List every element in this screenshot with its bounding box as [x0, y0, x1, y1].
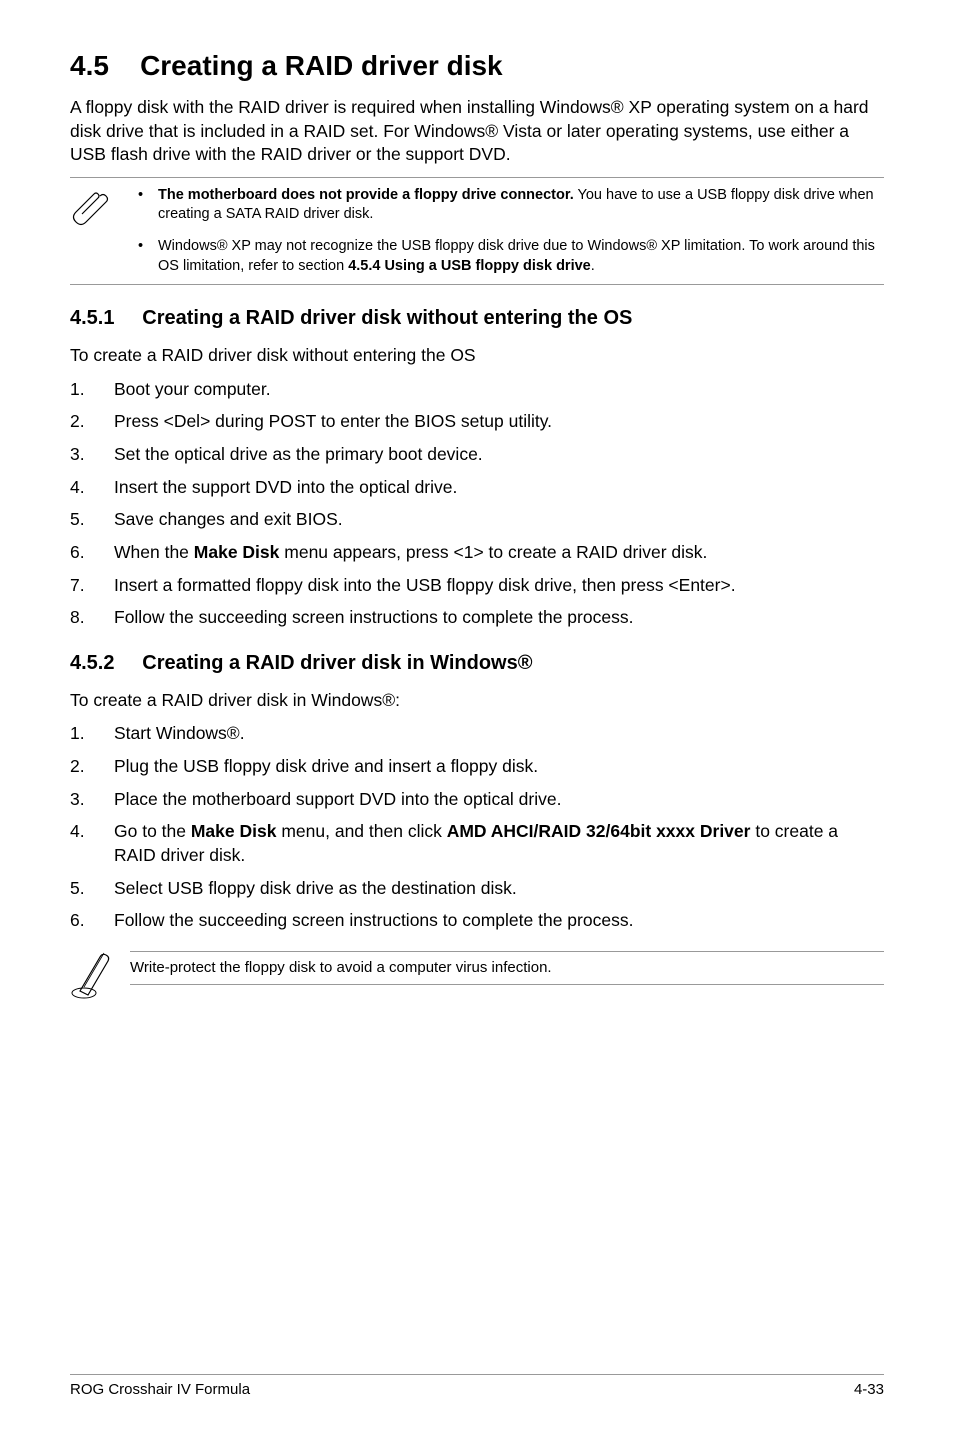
note-text: .	[591, 258, 595, 274]
list-item: Follow the succeeding screen instruction…	[70, 606, 884, 630]
list-item: Set the optical drive as the primary boo…	[70, 443, 884, 467]
note-block-bottom: Write-protect the floppy disk to avoid a…	[70, 951, 884, 1006]
note-bullet: Windows® XP may not recognize the USB fl…	[130, 237, 884, 276]
step-text: Go to the	[114, 821, 191, 841]
note-body: The motherboard does not provide a flopp…	[130, 186, 884, 276]
lead-text: To create a RAID driver disk without ent…	[70, 344, 884, 368]
paperclip-icon	[70, 186, 130, 230]
list-item: Press <Del> during POST to enter the BIO…	[70, 410, 884, 434]
list-item: Save changes and exit BIOS.	[70, 508, 884, 532]
page-footer: ROG Crosshair IV Formula 4-33	[70, 1374, 884, 1398]
note-text: Write-protect the floppy disk to avoid a…	[130, 951, 884, 985]
footer-right: 4-33	[854, 1381, 884, 1398]
list-item: Follow the succeeding screen instruction…	[70, 909, 884, 933]
list-item: Place the motherboard support DVD into t…	[70, 788, 884, 812]
subsection-title: Creating a RAID driver disk in Windows®	[142, 652, 532, 674]
lead-text: To create a RAID driver disk in Windows®…	[70, 689, 884, 713]
subsection-number: 4.5.1	[70, 307, 114, 329]
section-heading: 4.5 Creating a RAID driver disk	[70, 50, 884, 82]
intro-paragraph: A floppy disk with the RAID driver is re…	[70, 96, 884, 167]
note-bold-text: 4.5.4 Using a USB floppy disk drive	[348, 258, 591, 274]
note-block-top: The motherboard does not provide a flopp…	[70, 177, 884, 285]
list-item: When the Make Disk menu appears, press <…	[70, 541, 884, 565]
subsection-heading: 4.5.2 Creating a RAID driver disk in Win…	[70, 652, 884, 675]
list-item: Boot your computer.	[70, 378, 884, 402]
bold-label: Make Disk	[191, 821, 277, 841]
subsection-number: 4.5.2	[70, 652, 114, 674]
list-item: Start Windows®.	[70, 722, 884, 746]
step-text: When the	[114, 542, 194, 562]
numbered-list: Boot your computer. Press <Del> during P…	[70, 378, 884, 630]
list-item: Insert a formatted floppy disk into the …	[70, 574, 884, 598]
list-item: Insert the support DVD into the optical …	[70, 476, 884, 500]
note-bullet: The motherboard does not provide a flopp…	[130, 186, 884, 225]
step-text: menu appears, press <1> to create a RAID…	[279, 542, 707, 562]
pencil-icon	[70, 951, 130, 1006]
subsection-heading: 4.5.1 Creating a RAID driver disk withou…	[70, 307, 884, 330]
note-bold-text: The motherboard does not provide a flopp…	[158, 187, 574, 203]
numbered-list: Start Windows®. Plug the USB floppy disk…	[70, 722, 884, 932]
bold-label: Make Disk	[194, 542, 280, 562]
bold-label: AMD AHCI/RAID 32/64bit xxxx Driver	[447, 821, 751, 841]
list-item: Go to the Make Disk menu, and then click…	[70, 820, 884, 867]
subsection-title: Creating a RAID driver disk without ente…	[142, 307, 632, 329]
list-item: Select USB floppy disk drive as the dest…	[70, 877, 884, 901]
footer-left: ROG Crosshair IV Formula	[70, 1381, 250, 1398]
step-text: menu, and then click	[276, 821, 446, 841]
section-number: 4.5	[70, 50, 109, 81]
list-item: Plug the USB floppy disk drive and inser…	[70, 755, 884, 779]
section-title: Creating a RAID driver disk	[140, 50, 503, 81]
